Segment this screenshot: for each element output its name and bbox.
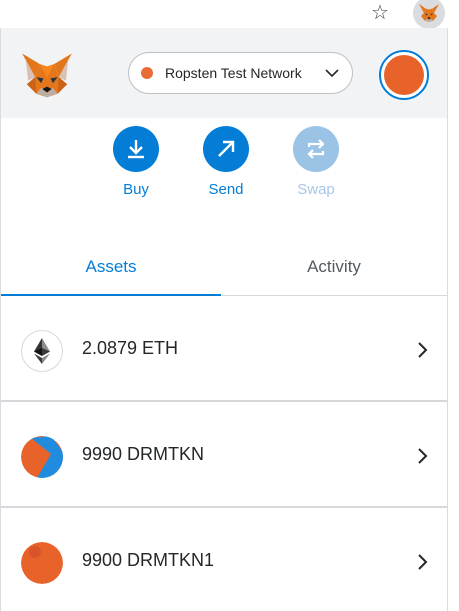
- tab-bar: Assets Activity: [1, 238, 447, 296]
- buy-button[interactable]: Buy: [106, 126, 166, 198]
- chevron-right-icon: [418, 554, 428, 570]
- metamask-fox-icon: [22, 53, 72, 98]
- network-selector[interactable]: Ropsten Test Network: [128, 52, 353, 94]
- active-tab-indicator: [1, 294, 221, 296]
- buy-icon-circle: [113, 126, 159, 172]
- token-identicon: [21, 542, 63, 584]
- buy-label: Buy: [123, 181, 149, 198]
- metamask-extension-button[interactable]: [413, 0, 445, 29]
- swap-button[interactable]: Swap: [286, 126, 346, 198]
- tab-activity[interactable]: Activity: [224, 238, 444, 296]
- token-identicon: [21, 436, 63, 478]
- send-label: Send: [208, 181, 244, 198]
- ethereum-icon: [21, 330, 63, 372]
- send-button[interactable]: Send: [196, 126, 256, 198]
- download-icon: [128, 140, 144, 159]
- asset-row-eth[interactable]: 2.0879 ETH: [1, 298, 447, 402]
- metamask-logo[interactable]: [21, 52, 73, 100]
- popup-header: Ropsten Test Network: [1, 28, 447, 118]
- network-label: Ropsten Test Network: [165, 65, 302, 81]
- avatar-identicon: [384, 55, 424, 95]
- asset-amount: 2.0879 ETH: [82, 338, 179, 358]
- asset-amount: 9990 DRMTKN: [82, 444, 205, 464]
- chevron-right-icon: [418, 448, 428, 464]
- chevron-down-icon: [325, 69, 339, 78]
- wallet-popup: Ropsten Test Network Buy Send Swap Asset…: [0, 28, 448, 611]
- swap-label: Swap: [297, 181, 335, 198]
- bookmark-star-icon[interactable]: ☆: [368, 1, 392, 25]
- browser-toolbar: ☆: [0, 0, 459, 29]
- swap-icon: [307, 139, 325, 159]
- tab-divider: [221, 295, 447, 296]
- metamask-fox-icon: [419, 4, 439, 22]
- row-separator: [1, 506, 447, 508]
- tab-assets[interactable]: Assets: [1, 238, 221, 296]
- asset-row-drmtkn[interactable]: 9990 DRMTKN: [1, 404, 447, 508]
- send-icon-circle: [203, 126, 249, 172]
- account-avatar[interactable]: [379, 50, 429, 100]
- asset-amount: 9900 DRMTKN1: [82, 550, 215, 570]
- swap-icon-circle: [293, 126, 339, 172]
- row-separator: [1, 400, 447, 402]
- asset-row-drmtkn1[interactable]: 9900 DRMTKN1: [1, 510, 447, 611]
- network-status-dot: [141, 67, 153, 79]
- arrow-up-right-icon: [218, 140, 235, 157]
- chevron-right-icon: [418, 342, 428, 358]
